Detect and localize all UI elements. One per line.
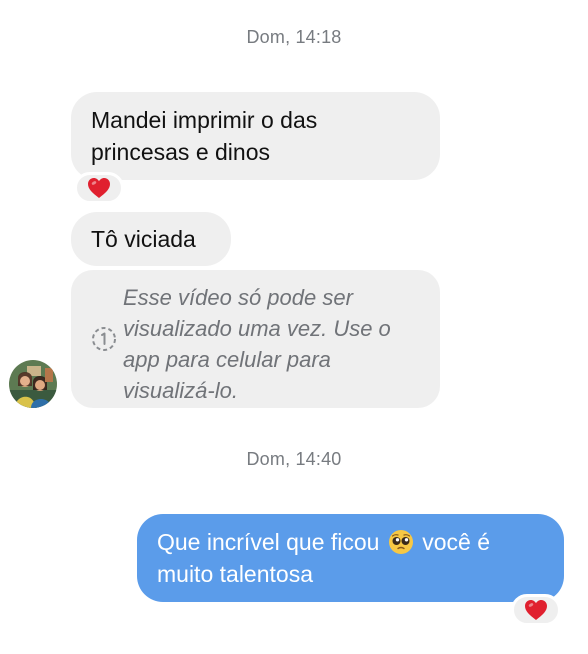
timestamp: Dom, 14:40: [246, 449, 342, 469]
message-text: Mandei imprimir o das princesas e dinos: [91, 107, 318, 165]
message-bubble-incoming[interactable]: Mandei imprimir o das princesas e dinos: [71, 92, 440, 180]
message-bubble-incoming[interactable]: Tô viciada: [71, 212, 231, 266]
view-once-icon: [92, 327, 116, 351]
timestamp: Dom, 14:18: [246, 27, 342, 47]
reaction-badge[interactable]: [74, 172, 124, 204]
view-once-video-message[interactable]: Esse vídeo só pode ser visualizado uma v…: [71, 270, 440, 408]
heart-emoji-icon: [88, 178, 110, 198]
avatar-image: [9, 360, 57, 408]
message-text: Tô viciada: [91, 226, 196, 252]
message-text-part: Que incrível que ficou: [157, 529, 380, 555]
heart-emoji-icon: [525, 600, 547, 620]
view-once-notice-text: Esse vídeo só pode ser visualizado uma v…: [123, 285, 391, 403]
message-bubble-outgoing[interactable]: Que incrível que ficou você é muito tale…: [137, 514, 564, 602]
reaction-badge[interactable]: [511, 594, 561, 626]
chat-thread: Dom, 14:18 Mandei imprimir o das princes…: [0, 0, 588, 654]
pleading-face-emoji-icon: [388, 530, 413, 554]
contact-avatar[interactable]: [9, 360, 57, 408]
